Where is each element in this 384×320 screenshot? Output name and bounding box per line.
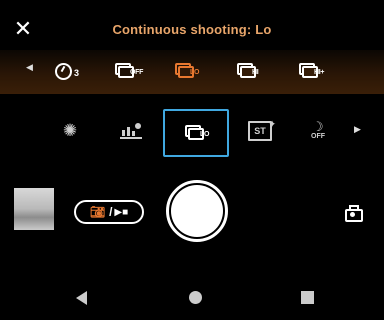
burst-lo-icon: LO xyxy=(175,63,199,79)
camera-screen: ✕ Continuous shooting: Lo ◀ 3 OFF LO HI … xyxy=(0,0,384,320)
st-icon: ST ✦ xyxy=(248,119,276,141)
scroll-left-icon[interactable]: ◀ xyxy=(26,62,33,73)
self-timer-option[interactable]: 3 xyxy=(46,56,90,86)
burst-off-icon: OFF xyxy=(115,63,143,79)
burst-hi-option[interactable]: HI xyxy=(226,56,270,86)
shutter-button[interactable] xyxy=(166,180,228,242)
shutter-core xyxy=(171,185,223,237)
gallery-thumbnail[interactable] xyxy=(14,188,54,230)
burst-hi-plus-option[interactable]: HI+ xyxy=(288,56,332,86)
camera-icon: 📷︎ xyxy=(89,205,106,219)
switch-camera-icon[interactable] xyxy=(344,204,364,222)
self-timer-icon: 3 xyxy=(55,62,81,80)
burst-hi-icon: HI xyxy=(237,63,259,79)
burst-lo-option[interactable]: LO xyxy=(164,56,208,86)
night-off-icon: ☽ OFF xyxy=(311,119,325,140)
recents-icon[interactable] xyxy=(301,291,314,304)
flash-setting[interactable]: ✺ xyxy=(50,113,90,149)
close-icon[interactable]: ✕ xyxy=(12,18,34,40)
scene-recognition-icon xyxy=(120,123,144,139)
photo-video-toggle[interactable]: 📷︎ / ▶■ xyxy=(74,200,144,224)
flash-off-icon: ✺ xyxy=(62,121,78,140)
home-icon[interactable] xyxy=(189,291,202,304)
continuous-shooting-icon: LO xyxy=(185,125,209,141)
drive-mode-title: Continuous shooting: Lo xyxy=(112,22,272,37)
scroll-right-icon[interactable]: ▶ xyxy=(354,124,361,135)
st-setting[interactable]: ST ✦ xyxy=(240,113,280,149)
continuous-shooting-setting[interactable]: LO xyxy=(163,109,229,157)
burst-off-option[interactable]: OFF xyxy=(104,56,148,86)
night-setting[interactable]: ☽ OFF xyxy=(300,113,340,149)
scene-recognition-setting[interactable] xyxy=(112,113,152,149)
burst-hi-plus-icon: HI+ xyxy=(299,63,325,79)
video-icon: ▶■ xyxy=(114,206,129,218)
back-icon[interactable] xyxy=(76,291,87,305)
